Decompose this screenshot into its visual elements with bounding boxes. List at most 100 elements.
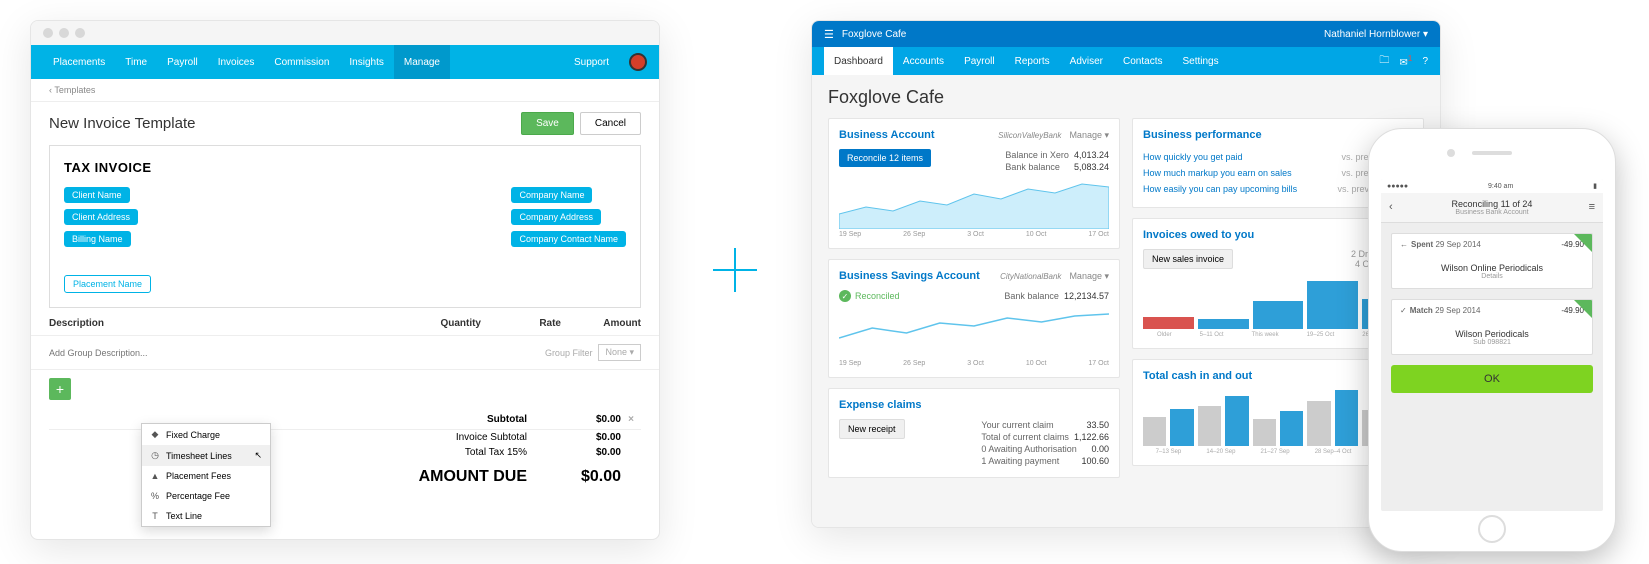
group-description-input[interactable] <box>49 348 545 358</box>
merchant-name: Wilson Periodicals <box>1400 329 1584 339</box>
list-icon[interactable]: ≡ <box>1589 201 1595 213</box>
phone-speaker-icon <box>1472 151 1512 155</box>
add-line-button[interactable]: + <box>49 378 71 400</box>
nav-time[interactable]: Time <box>115 45 157 79</box>
pill-client-address[interactable]: Client Address <box>64 209 138 225</box>
subtotal-label: Subtotal <box>411 414 551 425</box>
nav-insights[interactable]: Insights <box>339 45 393 79</box>
phone-statusbar: ●●●●● 9:40 am ▮ <box>1381 179 1603 193</box>
tax-value: $0.00 <box>551 447 621 458</box>
back-chevron-icon[interactable]: ‹ <box>1389 201 1393 213</box>
help-icon[interactable]: ? <box>1422 56 1428 67</box>
manage-dropdown[interactable]: Manage ▾ <box>1069 271 1109 282</box>
panel-expense-claims: Expense claims New receipt Your current … <box>828 388 1120 478</box>
save-button[interactable]: Save <box>521 112 574 135</box>
group-filter-select[interactable]: None ▾ <box>598 344 641 361</box>
merchant-name: Wilson Online Periodicals <box>1400 263 1584 273</box>
perf-link[interactable]: How quickly you get paid <box>1143 152 1243 162</box>
nav-commission[interactable]: Commission <box>264 45 339 79</box>
dashboard-title: Foxglove Cafe <box>828 87 1424 108</box>
traffic-light[interactable] <box>75 28 85 38</box>
amount-due-value: $0.00 <box>551 468 621 486</box>
nav-settings[interactable]: Settings <box>1172 47 1228 75</box>
nav-payroll[interactable]: Payroll <box>157 45 208 79</box>
tax-label: Total Tax 15% <box>411 447 551 458</box>
notifications-icon[interactable]: ✉1 <box>1399 53 1412 68</box>
ok-button[interactable]: OK <box>1391 365 1593 393</box>
traffic-light[interactable] <box>59 28 69 38</box>
nav-payroll[interactable]: Payroll <box>954 47 1005 75</box>
nav-reports[interactable]: Reports <box>1005 47 1060 75</box>
clock-icon: ◷ <box>150 450 160 461</box>
nav-support[interactable]: Support <box>564 45 619 79</box>
remove-subtotal-icon[interactable]: × <box>621 414 641 425</box>
panel-business-account: Business Account SiliconValleyBank Manag… <box>828 118 1120 249</box>
reconcile-button[interactable]: Reconcile 12 items <box>839 149 931 167</box>
transaction-card-match[interactable]: ✓Match 29 Sep 2014 -49.90 Wilson Periodi… <box>1391 299 1593 355</box>
menu-timesheet-lines[interactable]: ◷Timesheet Lines↖ <box>142 445 270 466</box>
new-invoice-button[interactable]: New sales invoice <box>1143 249 1233 269</box>
col-quantity: Quantity <box>401 318 481 329</box>
line-items-header: Description Quantity Rate Amount <box>31 308 659 336</box>
bank-logo: CityNationalBank <box>1000 272 1061 281</box>
perf-link[interactable]: How much markup you earn on sales <box>1143 168 1292 178</box>
panel-title[interactable]: Business Savings Account <box>839 270 980 282</box>
nav-accounts[interactable]: Accounts <box>893 47 954 75</box>
xero-nav: Dashboard Accounts Payroll Reports Advis… <box>812 47 1440 75</box>
menu-fixed-charge[interactable]: ◆Fixed Charge <box>142 424 270 445</box>
nav-manage[interactable]: Manage <box>394 45 450 79</box>
pill-company-address[interactable]: Company Address <box>511 209 601 225</box>
panel-title[interactable]: Invoices owed to you <box>1143 229 1254 241</box>
transaction-card-spent[interactable]: ←Spent 29 Sep 2014 -49.90 Wilson Online … <box>1391 233 1593 289</box>
xero-dashboard-window: ☰ Foxglove Cafe Nathaniel Hornblower ▾ D… <box>811 20 1441 528</box>
nav-invoices[interactable]: Invoices <box>208 45 265 79</box>
cursor-pointer-icon: ↖ <box>254 450 262 461</box>
panel-title: Business performance <box>1143 129 1262 141</box>
group-filter-label: Group Filter <box>545 348 593 358</box>
nav-adviser[interactable]: Adviser <box>1060 47 1113 75</box>
reconciled-status: ✓Reconciled <box>839 290 900 302</box>
pill-company-name[interactable]: Company Name <box>511 187 592 203</box>
menu-placement-fees[interactable]: ▲Placement Fees <box>142 466 270 486</box>
pill-placement-name[interactable]: Placement Name <box>64 275 151 293</box>
totals: Subtotal $0.00 × Invoice Subtotal $0.00 … <box>31 408 659 498</box>
cancel-button[interactable]: Cancel <box>580 112 641 135</box>
invoice-subtotal-value: $0.00 <box>551 432 621 443</box>
hamburger-icon[interactable]: ☰ <box>824 28 834 41</box>
card-corner-icon <box>1574 300 1592 318</box>
org-name[interactable]: Foxglove Cafe <box>842 29 906 40</box>
pill-company-contact[interactable]: Company Contact Name <box>511 231 626 247</box>
panel-title[interactable]: Expense claims <box>839 399 922 411</box>
panel-title[interactable]: Business Account <box>839 129 935 141</box>
xero-topbar: ☰ Foxglove Cafe Nathaniel Hornblower ▾ <box>812 21 1440 47</box>
breadcrumb[interactable]: ‹ Templates <box>31 79 659 102</box>
card-corner-icon <box>1574 234 1592 252</box>
card-sub: Details <box>1400 273 1584 280</box>
signal-icon: ●●●●● <box>1387 183 1408 190</box>
check-icon: ✓ <box>1400 306 1407 315</box>
invoice-subtotal-label: Invoice Subtotal <box>411 432 551 443</box>
user-menu[interactable]: Nathaniel Hornblower ▾ <box>1324 29 1428 40</box>
pill-billing-name[interactable]: Billing Name <box>64 231 131 247</box>
nav-placements[interactable]: Placements <box>43 45 115 79</box>
col-description: Description <box>49 318 401 329</box>
phone-camera-icon <box>1447 149 1455 157</box>
menu-percentage-fee[interactable]: %Percentage Fee <box>142 486 270 506</box>
panel-title[interactable]: Total cash in and out <box>1143 370 1252 382</box>
traffic-light[interactable] <box>43 28 53 38</box>
new-receipt-button[interactable]: New receipt <box>839 419 905 439</box>
record-badge-icon[interactable] <box>629 53 647 71</box>
menu-text-line[interactable]: TText Line <box>142 506 270 526</box>
window-titlebar <box>31 21 659 45</box>
pill-client-name[interactable]: Client Name <box>64 187 130 203</box>
files-icon[interactable]: 🗀 <box>1379 53 1389 70</box>
invoice-app-window: Placements Time Payroll Invoices Commiss… <box>30 20 660 540</box>
manage-dropdown[interactable]: Manage ▾ <box>1069 130 1109 141</box>
col-amount: Amount <box>561 318 641 329</box>
card-sub: Sub 098821 <box>1400 339 1584 346</box>
perf-link[interactable]: How easily you can pay upcoming bills <box>1143 184 1297 194</box>
invoice-preview: TAX INVOICE Client Name Client Address B… <box>49 145 641 308</box>
phone-home-button[interactable] <box>1478 515 1506 543</box>
nav-dashboard[interactable]: Dashboard <box>824 47 893 75</box>
nav-contacts[interactable]: Contacts <box>1113 47 1172 75</box>
